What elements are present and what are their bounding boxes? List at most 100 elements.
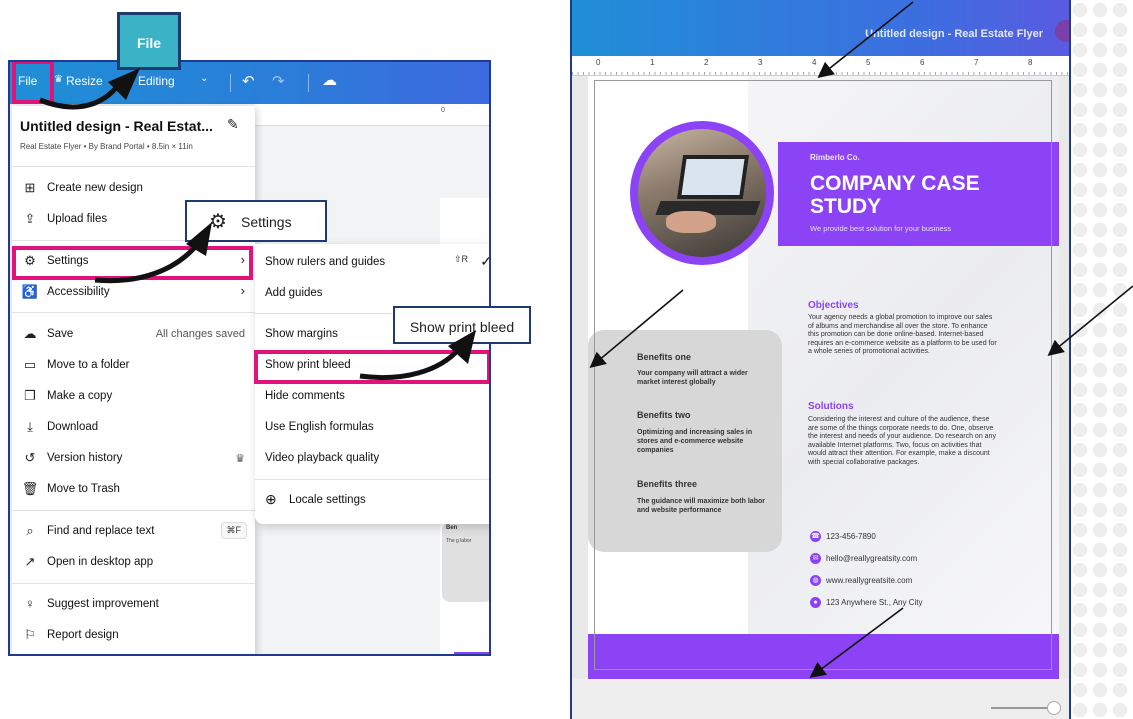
menu-item-label: Upload files [47, 213, 108, 225]
suggest-improvement-item[interactable]: ♀ Suggest improvement [12, 590, 255, 620]
file-menu: Untitled design - Real Estat... ✎ Real E… [12, 106, 255, 654]
download-item[interactable]: ⤓ Download [12, 413, 255, 443]
background-ruler: 0 [255, 104, 489, 126]
benefit-text[interactable]: The guidance will maximize both labor an… [637, 497, 767, 515]
ruler-label: 2 [704, 58, 709, 67]
benefit-title[interactable]: Benefits three [637, 479, 697, 489]
folder-icon: ▭ [23, 357, 37, 372]
checkmark-icon: ✓ [480, 253, 491, 269]
make-copy-item[interactable]: ❐ Make a copy [12, 382, 255, 412]
web-icon: ◍ [810, 575, 821, 586]
move-to-folder-item[interactable]: ▭ Move to a folder [12, 351, 255, 381]
laptop-photo[interactable] [638, 129, 766, 257]
background-card-text: The g labor [446, 538, 472, 544]
chevron-right-icon: › [240, 283, 245, 298]
ruler-label: 6 [920, 58, 925, 67]
zoom-slider[interactable] [991, 707, 1051, 709]
menu-divider [12, 166, 255, 167]
objectives-text[interactable]: Your agency needs a global promotion to … [808, 314, 998, 357]
objectives-heading[interactable]: Objectives [808, 300, 859, 311]
company-name[interactable]: Rimberlo Co. [810, 153, 860, 162]
print-bleed-highlight [254, 350, 489, 384]
save-item[interactable]: ☁ Save All changes saved [12, 320, 255, 350]
menu-divider [12, 510, 255, 511]
video-quality-item[interactable]: Video playback quality [255, 444, 489, 474]
design-title[interactable]: Untitled design - Real Estat... [20, 118, 213, 134]
redo-icon[interactable]: ↷ [272, 72, 285, 90]
accessibility-item[interactable]: ♿ Accessibility › [12, 278, 255, 308]
avatar[interactable] [1055, 20, 1069, 42]
search-icon: ⌕ [26, 523, 34, 538]
design-title[interactable]: Untitled design - Real Estate Flyer [865, 28, 1043, 40]
email-icon: ✉ [810, 553, 821, 564]
menu-item-label: Hide comments [265, 390, 345, 402]
menu-divider [255, 479, 489, 480]
benefit-title[interactable]: Benefits one [637, 352, 691, 362]
phone-icon: ☎ [810, 531, 821, 542]
laptop-screen [676, 155, 750, 199]
hand [666, 211, 716, 233]
lightbulb-icon: ♀ [25, 596, 35, 611]
solutions-heading[interactable]: Solutions [808, 401, 854, 412]
solutions-text[interactable]: Considering the interest and culture of … [808, 416, 998, 468]
editor-toolbar: File ♛ Resize ✎ Editing ⌄ ↶ ↷ ☁ [10, 62, 489, 104]
add-guides-item[interactable]: Add guides [255, 279, 489, 309]
ruler-label: 7 [974, 58, 979, 67]
open-desktop-item[interactable]: ↗ Open in desktop app [12, 548, 255, 578]
ruler-label: 0 [596, 58, 601, 67]
ruler-label: 0 [441, 107, 445, 114]
benefit-title[interactable]: Benefits two [637, 410, 691, 420]
undo-icon[interactable]: ↶ [242, 72, 255, 90]
report-design-item[interactable]: ⚐ Report design [12, 621, 255, 651]
menu-item-label: Report design [47, 629, 119, 641]
hide-comments-item[interactable]: Hide comments [255, 382, 489, 412]
version-history-item[interactable]: ↺ Version history ♛ [12, 444, 255, 474]
move-to-trash-item[interactable]: 🗑 Move to Trash [12, 475, 255, 505]
cloud-save-icon[interactable]: ☁ [322, 71, 337, 89]
upload-icon: ⇪ [24, 211, 36, 226]
tagline[interactable]: We provide best solution for your busine… [810, 224, 951, 233]
create-plus-icon: ⊞ [24, 180, 36, 195]
bottom-bar [572, 679, 1069, 719]
contact-address[interactable]: 123 Anywhere St., Any City [826, 598, 923, 607]
print-bleed-callout: Show print bleed [393, 306, 531, 344]
external-link-icon: ↗ [24, 554, 36, 569]
menu-item-label: Version history [47, 452, 123, 464]
flyer-page[interactable]: Rimberlo Co. COMPANY CASE STUDY We provi… [588, 76, 1059, 679]
trash-icon: 🗑 [21, 481, 39, 496]
shortcut-badge: ⇧R [453, 254, 468, 264]
gear-icon: ⚙ [209, 211, 227, 233]
contact-email[interactable]: hello@reallygreatsity.com [826, 554, 917, 563]
contact-website[interactable]: www.reallygreatsite.com [826, 576, 912, 585]
locale-settings-item[interactable]: ⊕ Locale settings [255, 486, 489, 516]
menu-divider [12, 312, 255, 313]
menu-item-label: Move to Trash [47, 483, 120, 495]
edit-title-pencil-icon[interactable]: ✎ [227, 116, 239, 133]
headline[interactable]: COMPANY CASE STUDY [810, 172, 1050, 218]
english-formulas-item[interactable]: Use English formulas [255, 413, 489, 443]
cloud-check-icon: ☁ [23, 326, 37, 341]
menu-item-label: Suggest improvement [47, 598, 159, 610]
editing-mode-button[interactable]: Editing [138, 74, 175, 88]
menu-item-label: Download [47, 421, 99, 433]
resize-button[interactable]: Resize [66, 74, 103, 88]
shortcut-badge: ⌘F [220, 522, 247, 539]
pencil-icon: ✎ [122, 72, 133, 87]
dot-pattern-decoration [1070, 0, 1133, 719]
zoom-slider-handle[interactable] [1047, 701, 1061, 715]
crown-icon: ♛ [54, 74, 63, 85]
design-subtitle: Real Estate Flyer • By Brand Portal • 8.… [20, 142, 193, 151]
file-highlight [12, 62, 54, 104]
menu-item-label: Open in desktop app [47, 556, 154, 568]
contact-phone[interactable]: 123-456-7890 [826, 532, 876, 541]
settings-highlight [12, 246, 253, 280]
benefit-text[interactable]: Your company will attract a wider market… [637, 369, 767, 387]
benefit-text[interactable]: Optimizing and increasing sales in store… [637, 428, 767, 455]
tutorial-canvas: File ♛ Resize ✎ Editing ⌄ ↶ ↷ ☁ 0 Ben Th… [0, 0, 1133, 719]
file-callout: File [117, 12, 181, 70]
settings-submenu: Show rulers and guides ⇧R ✓ Add guides S… [255, 244, 491, 524]
find-replace-item[interactable]: ⌕ Find and replace text ⌘F [12, 517, 255, 547]
location-icon: ● [810, 597, 821, 608]
menu-item-label: Locale settings [289, 494, 366, 506]
show-rulers-item[interactable]: Show rulers and guides ⇧R ✓ [255, 248, 491, 278]
